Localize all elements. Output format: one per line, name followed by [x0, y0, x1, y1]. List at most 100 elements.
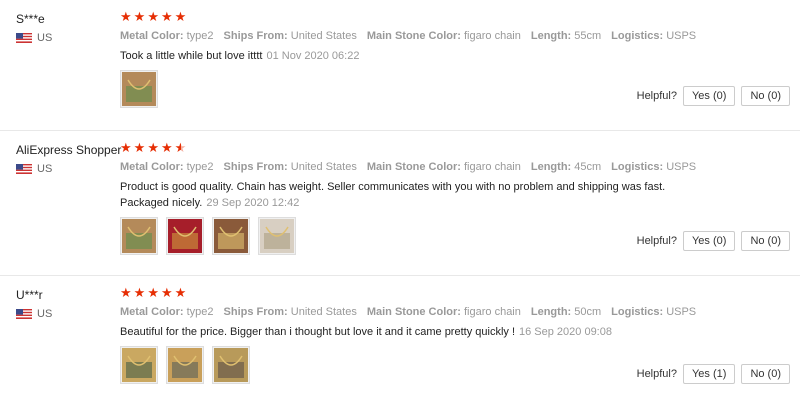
attribute-label: Logistics: [611, 306, 664, 318]
us-flag-icon [16, 164, 32, 174]
attribute: Ships From: United States [224, 161, 357, 173]
attribute: Logistics: USPS [611, 161, 696, 173]
country-code: US [37, 163, 53, 175]
photo-image [214, 348, 248, 382]
reviewer-country: US [16, 308, 126, 320]
attribute: Main Stone Color: figaro chain [367, 161, 521, 173]
photo-image [122, 219, 156, 253]
star-rating: ★ ★ ★ ★ ★ [120, 10, 790, 24]
attribute: Main Stone Color: figaro chain [367, 306, 521, 318]
attribute-value: United States [290, 161, 357, 173]
review-text: Took a little while but love itttt 01 Nov… [120, 48, 690, 64]
review-body: Product is good quality. Chain has weigh… [120, 181, 666, 209]
star-icon: ★ [174, 140, 187, 155]
review-photo-thumbnail[interactable] [120, 217, 158, 255]
helpful-votes: Helpful? Yes (1) No (0) [637, 364, 790, 384]
helpful-no-button[interactable]: No (0) [741, 364, 790, 384]
star-icon: ★ [133, 140, 146, 155]
attribute-value: United States [290, 306, 357, 318]
product-attributes: Metal Color: type2 Ships From: United Sta… [120, 30, 790, 42]
attribute: Length: 50cm [531, 306, 601, 318]
helpful-votes: Helpful? Yes (0) No (0) [637, 231, 790, 251]
attribute: Metal Color: type2 [120, 30, 214, 42]
helpful-yes-button[interactable]: Yes (1) [682, 364, 736, 384]
photo-image [168, 219, 202, 253]
attribute-value: 50cm [574, 306, 602, 318]
review-date: 29 Sep 2020 12:42 [206, 197, 300, 209]
country-code: US [37, 308, 53, 320]
photo-image [168, 348, 202, 382]
attribute-label: Ships From: [223, 161, 288, 173]
review-item: S***e US ★ ★ ★ ★ ★ Metal Color: type2 Ships From… [0, 0, 800, 130]
attribute-label: Length: [530, 306, 572, 318]
attribute: Metal Color: type2 [120, 306, 214, 318]
reviewer-country: US [16, 163, 126, 175]
attribute-value: figaro chain [464, 161, 521, 173]
reviewer-info: U***r US [16, 288, 126, 320]
star-icon: ★ [160, 285, 173, 300]
reviewer-name: S***e [16, 12, 45, 26]
photo-image [122, 348, 156, 382]
star-icon: ★ [147, 140, 159, 155]
star-icon: ★ [174, 9, 187, 24]
star-icon: ★ [160, 140, 173, 155]
attribute-label: Ships From: [223, 306, 288, 318]
attribute: Main Stone Color: figaro chain [367, 30, 521, 42]
helpful-no-button[interactable]: No (0) [741, 231, 790, 251]
attribute: Logistics: USPS [611, 30, 696, 42]
star-icon: ★ [133, 285, 146, 300]
attribute-label: Metal Color: [120, 30, 184, 42]
attribute-value: USPS [666, 161, 697, 173]
helpful-label: Helpful? [636, 90, 677, 102]
attribute-value: 55cm [574, 30, 602, 42]
helpful-no-button[interactable]: No (0) [741, 86, 790, 106]
attribute-label: Logistics: [611, 30, 664, 42]
product-attributes: Metal Color: type2 Ships From: United Sta… [120, 306, 790, 318]
attribute-label: Logistics: [611, 161, 664, 173]
review-photo-thumbnail[interactable] [258, 217, 296, 255]
review-list: S***e US ★ ★ ★ ★ ★ Metal Color: type2 Ships From… [0, 0, 800, 408]
review-photo-thumbnail[interactable] [212, 217, 250, 255]
review-item: AliExpress Shopper US ★ ★ ★ ★ ★ Metal Color: ty… [0, 130, 800, 275]
attribute: Logistics: USPS [611, 306, 696, 318]
reviewer-info: S***e US [16, 12, 126, 44]
attribute-label: Main Stone Color: [366, 30, 461, 42]
star-icon: ★ [120, 140, 132, 155]
star-icon: ★ [174, 285, 187, 300]
attribute-value: 45cm [574, 161, 602, 173]
photo-image [214, 219, 248, 253]
attribute: Ships From: United States [224, 30, 357, 42]
star-rating: ★ ★ ★ ★ ★ [120, 141, 790, 155]
product-attributes: Metal Color: type2 Ships From: United Sta… [120, 161, 790, 173]
attribute-label: Main Stone Color: [366, 161, 461, 173]
review-photo-thumbnail[interactable] [166, 217, 204, 255]
attribute-label: Length: [530, 30, 572, 42]
attribute-label: Ships From: [223, 30, 288, 42]
review-item: U***r US ★ ★ ★ ★ ★ Metal Color: type2 Ships From… [0, 275, 800, 408]
helpful-yes-button[interactable]: Yes (0) [682, 86, 736, 106]
country-code: US [37, 32, 53, 44]
us-flag-icon [16, 33, 32, 43]
star-icon: ★ [147, 9, 159, 24]
review-body: Beautiful for the price. Bigger than i t… [120, 326, 515, 338]
attribute-value: USPS [666, 30, 697, 42]
review-text: Product is good quality. Chain has weigh… [120, 179, 690, 211]
attribute-value: type2 [186, 306, 214, 318]
attribute: Length: 55cm [531, 30, 601, 42]
attribute-value: USPS [666, 306, 697, 318]
star-icon: ★ [120, 285, 132, 300]
helpful-votes: Helpful? Yes (0) No (0) [637, 86, 790, 106]
review-photo-thumbnail[interactable] [120, 346, 158, 384]
attribute-label: Metal Color: [120, 161, 184, 173]
star-icon: ★ [120, 9, 132, 24]
helpful-yes-button[interactable]: Yes (0) [682, 231, 736, 251]
review-photo-thumbnail[interactable] [120, 70, 158, 108]
attribute-value: figaro chain [464, 306, 521, 318]
review-photo-thumbnail[interactable] [166, 346, 204, 384]
attribute: Metal Color: type2 [120, 161, 214, 173]
review-date: 01 Nov 2020 06:22 [266, 50, 360, 62]
review-photo-thumbnail[interactable] [212, 346, 250, 384]
reviewer-name: U***r [16, 288, 43, 302]
helpful-label: Helpful? [636, 235, 677, 247]
attribute-value: figaro chain [464, 30, 521, 42]
